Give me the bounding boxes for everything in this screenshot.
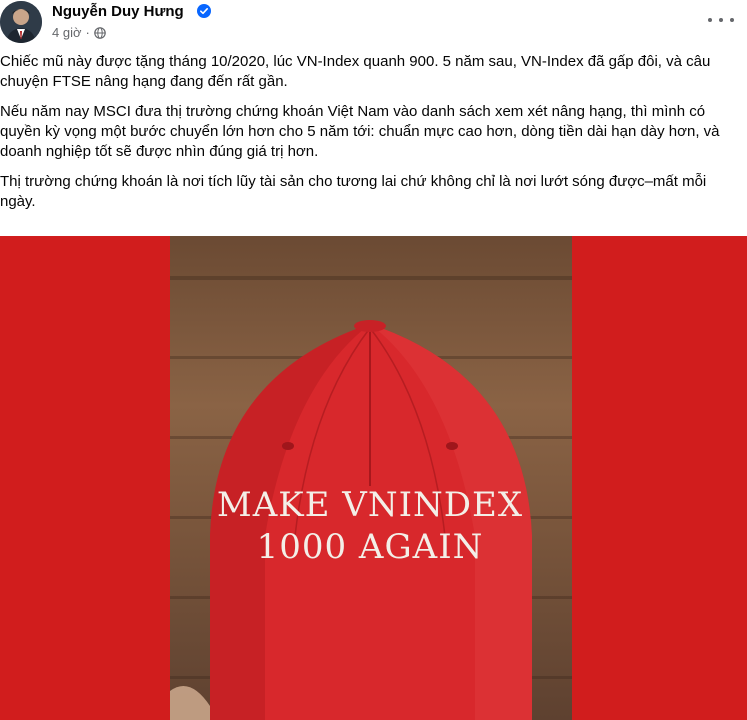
- facebook-post: Nguyễn Duy Hưng 4 giờ · Chiếc mũ này đượ…: [0, 0, 747, 720]
- more-options-icon[interactable]: [708, 10, 734, 30]
- avatar-portrait-icon: [0, 1, 42, 43]
- more-dot: [708, 18, 712, 22]
- meta-separator: ·: [85, 25, 90, 40]
- post-paragraph-2: Nếu năm nay MSCI đưa thị trường chứng kh…: [0, 103, 720, 160]
- post-time[interactable]: 4 giờ: [52, 25, 82, 40]
- verified-badge-icon: [197, 4, 211, 18]
- cap-line-2: 1000 AGAIN: [257, 527, 484, 567]
- cap-line-1: MAKE VNINDEX: [217, 485, 523, 525]
- post-text: Chiếc mũ này được tặng tháng 10/2020, lú…: [0, 52, 742, 222]
- red-cap-image: MAKE VNINDEX 1000 AGAIN: [170, 276, 572, 720]
- globe-icon[interactable]: [94, 26, 106, 39]
- more-dot: [730, 18, 734, 22]
- post-meta: 4 giờ ·: [52, 25, 106, 40]
- more-dot: [719, 18, 723, 22]
- post-paragraph-1: Chiếc mũ này được tặng tháng 10/2020, lú…: [0, 53, 711, 90]
- author-avatar[interactable]: [0, 1, 42, 43]
- post-header: Nguyễn Duy Hưng 4 giờ ·: [0, 0, 747, 50]
- author-name[interactable]: Nguyễn Duy Hưng: [52, 3, 184, 20]
- post-photo[interactable]: MAKE VNINDEX 1000 AGAIN: [0, 236, 747, 720]
- post-paragraph-3: Thị trường chứng khoán là nơi tích lũy t…: [0, 173, 707, 210]
- photo-content: MAKE VNINDEX 1000 AGAIN: [170, 236, 572, 720]
